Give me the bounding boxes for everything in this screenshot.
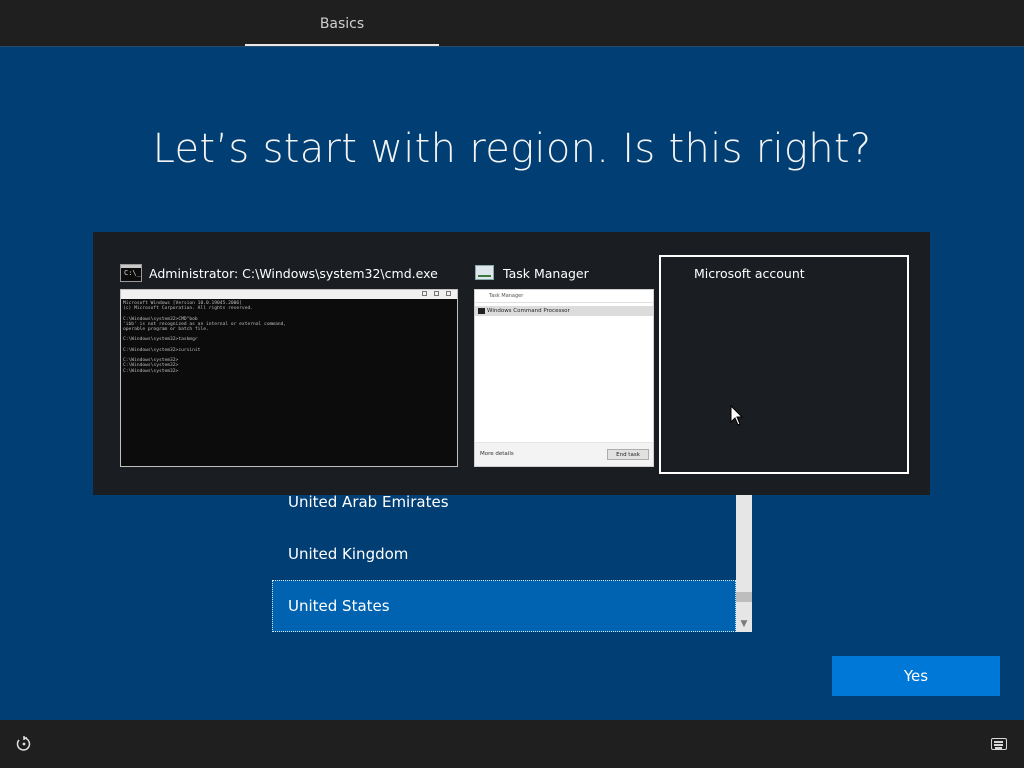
page-title: Let’s start with region. Is this right? xyxy=(152,126,872,172)
mouse-cursor-icon xyxy=(730,405,744,426)
tab-basics: Basics xyxy=(319,16,365,32)
end-task-button: End task xyxy=(607,449,649,460)
window-title: Microsoft account xyxy=(694,265,805,281)
console-output: Microsoft Windows [Version 10.0.19045.20… xyxy=(123,301,287,374)
bottom-bar xyxy=(0,720,1024,768)
thumb-title: Task Manager xyxy=(489,293,524,299)
keyboard-icon[interactable] xyxy=(991,738,1007,750)
task-manager-icon xyxy=(474,263,496,283)
switcher-window-cmd[interactable]: C:\_ Administrator: C:\Windows\system32\… xyxy=(120,261,458,469)
switcher-window-task-manager[interactable]: Task Manager Task Manager Windows Comman… xyxy=(474,261,654,469)
window-thumbnail: Task Manager Windows Command Processor M… xyxy=(474,289,654,467)
more-details-link: More details xyxy=(480,451,514,457)
cmd-icon: C:\_ xyxy=(120,264,142,282)
scrollbar-thumb[interactable] xyxy=(736,592,752,602)
microsoft-logo-icon xyxy=(665,262,687,284)
top-bar xyxy=(0,0,1024,46)
process-row: Windows Command Processor xyxy=(487,308,570,314)
window-title: Administrator: C:\Windows\system32\cmd.e… xyxy=(149,265,438,281)
list-item[interactable]: United Kingdom xyxy=(272,528,736,580)
window-title: Task Manager xyxy=(503,265,589,281)
yes-button[interactable]: Yes xyxy=(832,656,1000,696)
list-item-selected[interactable]: United States xyxy=(272,580,736,632)
accessibility-icon[interactable] xyxy=(15,735,33,753)
scroll-down-arrow-icon[interactable]: ▼ xyxy=(736,616,752,632)
window-switcher: C:\_ Administrator: C:\Windows\system32\… xyxy=(93,232,930,495)
divider xyxy=(0,46,1024,47)
switcher-window-microsoft-account[interactable]: Microsoft account xyxy=(659,255,909,474)
region-list[interactable]: United Arab Emirates United Kingdom Unit… xyxy=(272,276,752,632)
window-thumbnail: Microsoft Windows [Version 10.0.19045.20… xyxy=(120,289,458,467)
